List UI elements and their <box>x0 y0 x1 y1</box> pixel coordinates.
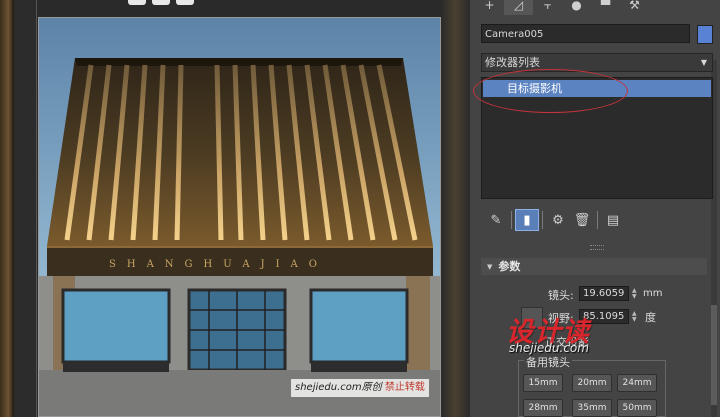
watermark-logo-url: shejiedu.com <box>509 341 589 355</box>
object-name-field[interactable]: Camera005 <box>481 24 690 43</box>
utilities-icon[interactable]: ⚒ <box>620 0 649 15</box>
building-sign-text: SHANGHUAJIAO <box>109 259 328 270</box>
display-icon[interactable]: ▀ <box>591 0 620 15</box>
right-viewport-edge <box>441 0 470 417</box>
stack-item-target-camera[interactable]: 目标摄影机 <box>483 80 711 97</box>
viewport-top-buttons[interactable] <box>128 0 198 5</box>
hierarchy-icon[interactable]: ⫟ <box>533 0 562 15</box>
lens-spinner[interactable]: 19.6059 <box>579 286 629 301</box>
stock-lenses-label: 备用镜头 <box>524 354 572 370</box>
preset-20mm-button[interactable]: 20mm <box>572 374 612 392</box>
chevron-down-icon: ▼ <box>700 58 707 67</box>
scrollbar-thumb[interactable] <box>711 305 717 405</box>
lens-spin-arrows[interactable]: ▲ ▼ <box>632 288 637 300</box>
create-icon[interactable]: + <box>475 0 504 15</box>
motion-icon[interactable]: ● <box>562 0 591 15</box>
modify-icon[interactable]: ◿ <box>504 0 533 15</box>
left-viewport-panel <box>14 0 37 417</box>
preset-15mm-button[interactable]: 15mm <box>523 374 563 392</box>
collapse-triangle-icon: ▼ <box>487 263 493 271</box>
remove-modifier-icon[interactable]: 🗑 <box>570 209 594 231</box>
preset-50mm-button[interactable]: 50mm <box>617 399 657 417</box>
parameters-rollout-header[interactable]: ▼ 参数 <box>481 258 707 275</box>
preset-24mm-button[interactable]: 24mm <box>617 374 657 392</box>
show-end-result-icon[interactable]: ▮ <box>515 209 539 231</box>
preset-35mm-button[interactable]: 35mm <box>572 399 612 417</box>
make-unique-icon[interactable]: ⚙ <box>546 209 570 231</box>
configure-sets-icon[interactable]: ▤ <box>601 209 625 231</box>
left-viewport-edge <box>0 0 14 417</box>
preset-28mm-button[interactable]: 28mm <box>523 399 563 417</box>
stack-toolbar: ✎ ▮ ⚙ 🗑 ▤ <box>484 209 625 231</box>
modifier-list-dropdown[interactable]: 修改器列表 ▼ <box>481 53 713 72</box>
fov-unit: 度 <box>645 311 656 324</box>
modifier-stack[interactable]: 目标摄影机 <box>481 77 713 199</box>
lens-unit: mm <box>643 288 663 299</box>
watermark-site: shejiedu.com原创 <box>295 382 382 393</box>
fov-spin-arrows[interactable]: ▲ ▼ <box>632 311 637 323</box>
panel-grip[interactable] <box>590 245 604 250</box>
parameters-title: 参数 <box>498 260 521 273</box>
camera-viewport[interactable]: SHANGHUAJIAO shejiedu.com原创 禁止转载 <box>38 17 441 417</box>
building-roof-facade <box>47 58 433 276</box>
perspective-viewport-area[interactable]: SHANGHUAJIAO shejiedu.com原创 禁止转载 <box>0 0 470 417</box>
command-panel-tabs: + ◿ ⫟ ● ▀ ⚒ <box>475 0 675 15</box>
pin-stack-icon[interactable]: ✎ <box>484 209 508 231</box>
watermark-warning: 禁止转载 <box>384 382 425 393</box>
lens-label: 镜头: <box>548 289 574 302</box>
viewport-watermark: shejiedu.com原创 禁止转载 <box>291 379 429 397</box>
modifier-list-label: 修改器列表 <box>485 56 540 69</box>
object-color-swatch[interactable] <box>697 25 713 44</box>
